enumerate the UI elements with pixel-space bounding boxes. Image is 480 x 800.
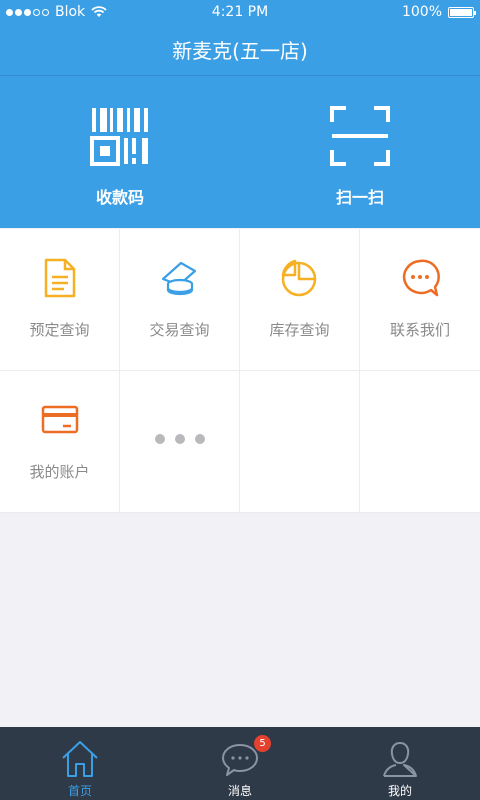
document-icon <box>44 258 75 298</box>
grid-item-contact-us[interactable]: 联系我们 <box>360 229 480 371</box>
qr-code-icon <box>90 108 148 166</box>
nav-bar: 新麦克(五一店) <box>0 24 480 76</box>
grid-item-inventory-query[interactable]: 库存查询 <box>240 229 360 371</box>
battery-area: 100% <box>401 4 476 20</box>
tab-profile[interactable]: 我的 <box>320 727 480 800</box>
scan-icon <box>330 106 390 166</box>
user-icon <box>383 741 417 777</box>
battery-icon <box>448 6 476 18</box>
tab-label: 首页 <box>67 784 92 798</box>
grid-item-label: 预定查询 <box>29 321 90 339</box>
grid-item-label: 联系我们 <box>389 321 450 339</box>
tab-label: 消息 <box>227 784 252 798</box>
home-icon <box>62 741 98 777</box>
tab-bar: 首页 5 消息 我的 <box>0 727 480 800</box>
grid-item-label: 交易查询 <box>149 321 210 339</box>
scan-button[interactable]: 扫一扫 <box>240 76 480 228</box>
status-bar: Blok 4:21 PM 100% <box>0 0 480 24</box>
grid-item-my-account[interactable]: 我的账户 <box>0 371 120 513</box>
payment-code-button[interactable]: 收款码 <box>0 76 240 228</box>
message-badge: 5 <box>254 735 271 752</box>
grid-empty-cell <box>240 371 360 513</box>
feature-grid: 预定查询 交易查询 库存查询 联系我们 我的账户 <box>0 229 480 513</box>
hero-panel: 收款码 扫一扫 <box>0 76 480 228</box>
tab-home[interactable]: 首页 <box>0 727 160 800</box>
pie-chart-icon <box>281 259 316 297</box>
battery-percent: 100% <box>401 4 442 20</box>
tab-label: 我的 <box>387 784 412 798</box>
tab-messages[interactable]: 5 消息 <box>160 727 320 800</box>
payment-code-label: 收款码 <box>95 188 144 207</box>
grid-item-label: 我的账户 <box>29 463 90 481</box>
grid-item-more[interactable] <box>120 371 240 513</box>
chat-icon <box>402 259 440 297</box>
more-dots-icon <box>154 434 205 444</box>
page-title: 新麦克(五一店) <box>172 39 308 63</box>
grid-item-label: 库存查询 <box>269 321 330 339</box>
card-icon <box>41 405 78 434</box>
scan-label: 扫一扫 <box>335 188 384 207</box>
grid-item-reservation-query[interactable]: 预定查询 <box>0 229 120 371</box>
grid-empty-cell <box>360 371 480 513</box>
coins-icon <box>161 261 196 296</box>
grid-item-transaction-query[interactable]: 交易查询 <box>120 229 240 371</box>
